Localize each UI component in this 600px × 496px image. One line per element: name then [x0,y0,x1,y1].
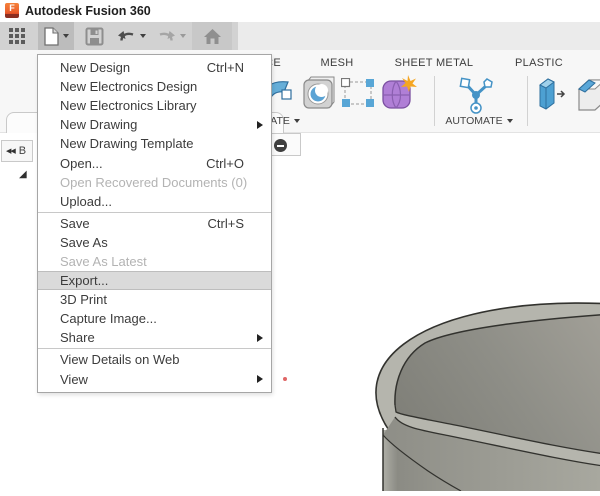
redo-button[interactable] [152,22,190,50]
floppy-icon [85,27,104,46]
submenu-arrow-icon [257,334,263,342]
titlebar: F Autodesk Fusion 360 [0,0,600,22]
redo-caret-icon [180,34,186,38]
menu-item-save-as[interactable]: Save As [38,233,271,252]
menu-item-new-electronics-library[interactable]: New Electronics Library [38,96,271,115]
file-menu-caret-icon [63,34,69,38]
menu-item-label: Save As Latest [60,254,147,269]
save-button[interactable] [80,22,108,50]
menu-item-label: Save [60,216,90,231]
menu-item-label: Open... [60,156,103,171]
menu-item-label: Upload... [60,194,112,209]
menu-item-view[interactable]: View [38,370,271,389]
menu-item-new-drawing-template[interactable]: New Drawing Template [38,134,271,153]
edit-form-tool-icon[interactable] [341,78,375,113]
menu-item-new-drawing[interactable]: New Drawing [38,115,271,134]
menu-item-label: New Electronics Design [60,79,197,94]
ribbon-tab-sheet-metal[interactable]: SHEET METAL [394,57,474,69]
menu-item-open-recovered-documents-0[interactable]: Open Recovered Documents (0) [38,173,271,192]
menu-item-label: New Design [60,60,130,75]
menu-item-export[interactable]: Export... [38,271,271,290]
menu-item-label: 3D Print [60,292,107,307]
redo-arrow-icon [156,28,177,44]
menu-separator [38,212,271,213]
home-tab-button[interactable] [192,22,232,50]
menu-item-shortcut: Ctrl+S [208,216,263,231]
browser-panel-letter: B [19,145,26,157]
menu-item-new-design[interactable]: New Design Ctrl+N [38,58,271,77]
plastic-wall-tool-icon[interactable] [536,77,568,116]
fusion-logo-icon: F [5,3,19,18]
file-menu: New Design Ctrl+N New Electronics Design Ne… [37,54,272,393]
minus-circle-icon [274,139,287,152]
menu-item-save-as-latest[interactable]: Save As Latest [38,252,271,271]
origin-point [283,377,287,381]
ribbon-divider [527,76,528,126]
menu-item-shortcut: Ctrl+O [206,156,263,171]
document-icon [44,27,59,46]
browser-collapse-button[interactable]: ◀◀ B [1,140,33,162]
ribbon-divider [434,76,435,126]
menu-item-3d-print[interactable]: 3D Print [38,290,271,309]
menu-item-label: Export... [60,273,108,288]
menu-item-label: New Drawing [60,117,137,132]
menu-item-label: View Details on Web [60,352,179,367]
washer-tool-icon[interactable] [302,75,336,115]
undo-caret-icon [140,34,146,38]
mesh-sphere-tool-icon[interactable] [381,75,417,116]
menu-item-new-electronics-design[interactable]: New Electronics Design [38,77,271,96]
tab-bar-background [238,22,600,50]
menu-item-label: New Drawing Template [60,136,193,151]
grid-icon [8,27,26,45]
menu-item-shortcut: Ctrl+N [207,60,263,75]
window-title: Autodesk Fusion 360 [25,0,151,22]
automate-caret-icon [507,119,513,123]
undo-button[interactable] [112,22,150,50]
menu-item-share[interactable]: Share [38,328,271,347]
collapse-arrows-icon: ◀◀ [6,147,15,155]
menu-separator [38,348,271,349]
browser-expand-triangle-icon[interactable]: ◢ [19,169,27,180]
menu-item-label: Save As [60,235,108,250]
submenu-arrow-icon [257,375,263,383]
automate-label: AUTOMATE [445,115,502,127]
menu-item-label: Capture Image... [60,311,157,326]
automate-dropdown[interactable]: AUTOMATE [440,115,518,127]
undo-arrow-icon [116,28,137,44]
file-menu-button[interactable] [38,22,74,50]
submenu-arrow-icon [257,121,263,129]
automate-tool-icon[interactable] [456,75,496,120]
menu-item-label: Open Recovered Documents (0) [60,175,247,190]
ribbon-tab-mesh[interactable]: MESH [312,57,362,69]
ribbon-tab-plastic[interactable]: PLASTIC [509,57,569,69]
plastic-boss-tool-icon[interactable] [577,77,600,116]
menu-item-open[interactable]: Open... Ctrl+O [38,153,271,172]
menu-item-label: View [60,372,88,387]
app-grid-button[interactable] [0,22,34,50]
menu-item-capture-image[interactable]: Capture Image... [38,309,271,328]
menu-item-save[interactable]: Save Ctrl+S [38,214,271,233]
menu-item-label: Share [60,330,95,345]
menu-item-view-details-on-web[interactable]: View Details on Web [38,350,271,369]
create-caret-icon [294,119,300,123]
menu-item-upload[interactable]: Upload... [38,192,271,211]
home-icon [203,28,222,45]
menu-item-label: New Electronics Library [60,98,197,113]
